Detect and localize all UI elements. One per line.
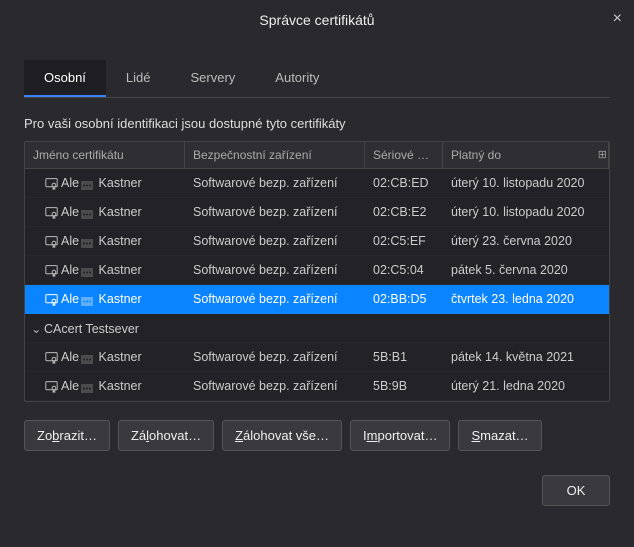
table-header: Jméno certifikátu Bezpečnostní zařízení … xyxy=(25,142,609,169)
certificate-icon xyxy=(45,235,58,248)
import-button[interactable]: Importovat… xyxy=(350,420,450,451)
cell-device: Softwarové bezp. zařízení xyxy=(185,344,365,370)
certificate-icon xyxy=(45,293,58,306)
table-row[interactable]: Ale KastnerSoftwarové bezp. zařízení5B:9… xyxy=(25,372,609,401)
name-part: Kastner xyxy=(95,263,142,277)
name-part: Ale xyxy=(61,205,79,219)
certificate-icon xyxy=(45,380,58,393)
name-part: Kastner xyxy=(95,176,142,190)
cell-device: Softwarové bezp. zařízení xyxy=(185,286,365,312)
cell-serial: 5B:9B xyxy=(365,373,443,399)
col-header-serial[interactable]: Sériové č… xyxy=(365,142,443,168)
ok-button[interactable]: OK xyxy=(542,475,610,506)
cell-valid: úterý 10. listopadu 2020 xyxy=(443,199,609,225)
table-row[interactable]: Ale KastnerSoftwarové bezp. zařízení02:C… xyxy=(25,198,609,227)
cell-device: Softwarové bezp. zařízení xyxy=(185,228,365,254)
content: OsobníLidéServeryAutority Pro vaši osobn… xyxy=(0,60,634,506)
cell-serial: 5B:B1 xyxy=(365,344,443,370)
cell-serial: 02:CB:E2 xyxy=(365,199,443,225)
cell-name: Ale Kastner xyxy=(25,373,185,399)
group-label: CAcert Testsever xyxy=(44,322,139,336)
certificate-icon xyxy=(45,206,58,219)
name-part: Kastner xyxy=(95,350,142,364)
cell-name: ⌄CAcert Testsever xyxy=(25,315,185,342)
table-body: Ale KastnerSoftwarové bezp. zařízení02:C… xyxy=(25,169,609,401)
action-buttons: Zobrazit… Zálohovat… Zálohovat vše… Impo… xyxy=(24,420,610,451)
cell-serial xyxy=(365,322,443,334)
backup-button[interactable]: Zálohovat… xyxy=(118,420,214,451)
cell-valid xyxy=(443,322,609,334)
cell-name: Ale Kastner xyxy=(25,286,185,312)
cell-device: Softwarové bezp. zařízení xyxy=(185,170,365,196)
cell-valid: úterý 21. ledna 2020 xyxy=(443,373,609,399)
name-part: Ale xyxy=(61,176,79,190)
cell-valid: úterý 10. listopadu 2020 xyxy=(443,170,609,196)
cell-serial: 02:BB:D5 xyxy=(365,286,443,312)
name-part: Kastner xyxy=(95,234,142,248)
col-header-valid[interactable]: Platný do xyxy=(443,142,609,168)
column-picker-icon[interactable]: ⊞ xyxy=(598,148,607,161)
description-text: Pro vaši osobní identifikaci jsou dostup… xyxy=(24,116,610,131)
cell-serial: 02:CB:ED xyxy=(365,170,443,196)
name-part: Ale xyxy=(61,292,79,306)
tab-servery[interactable]: Servery xyxy=(171,60,256,97)
name-part: Kastner xyxy=(95,379,142,393)
name-mask-icon xyxy=(81,353,93,362)
cell-name: Ale Kastner xyxy=(25,344,185,370)
cell-device: Softwarové bezp. zařízení xyxy=(185,257,365,283)
tab-lidé[interactable]: Lidé xyxy=(106,60,171,97)
cell-valid: pátek 14. května 2021 xyxy=(443,344,609,370)
cell-device xyxy=(185,322,365,334)
name-mask-icon xyxy=(81,179,93,188)
name-mask-icon xyxy=(81,208,93,217)
delete-button[interactable]: Smazat… xyxy=(458,420,541,451)
table-row[interactable]: Ale KastnerSoftwarové bezp. zařízení02:B… xyxy=(25,285,609,314)
cell-name: Ale Kastner xyxy=(25,170,185,196)
name-part: Ale xyxy=(61,234,79,248)
table-group-row[interactable]: ⌄CAcert Testsever xyxy=(25,314,609,343)
table-row[interactable]: Ale KastnerSoftwarové bezp. zařízení02:C… xyxy=(25,169,609,198)
close-icon[interactable]: × xyxy=(613,10,622,28)
name-mask-icon xyxy=(81,295,93,304)
col-header-device[interactable]: Bezpečnostní zařízení xyxy=(185,142,365,168)
table-row[interactable]: Ale KastnerSoftwarové bezp. zařízení5B:B… xyxy=(25,343,609,372)
cell-valid: pátek 5. června 2020 xyxy=(443,257,609,283)
name-part: Ale xyxy=(61,263,79,277)
certificate-table: Jméno certifikátu Bezpečnostní zařízení … xyxy=(24,141,610,402)
name-mask-icon xyxy=(81,266,93,275)
name-mask-icon xyxy=(81,382,93,391)
cell-valid: úterý 23. června 2020 xyxy=(443,228,609,254)
cell-device: Softwarové bezp. zařízení xyxy=(185,373,365,399)
certificate-icon xyxy=(45,351,58,364)
table-row[interactable]: Ale KastnerSoftwarové bezp. zařízení02:C… xyxy=(25,256,609,285)
backup-all-button[interactable]: Zálohovat vše… xyxy=(222,420,342,451)
cell-name: Ale Kastner xyxy=(25,199,185,225)
certificate-icon xyxy=(45,177,58,190)
footer: OK xyxy=(24,475,610,506)
view-button[interactable]: Zobrazit… xyxy=(24,420,110,451)
tab-autority[interactable]: Autority xyxy=(255,60,339,97)
name-part: Ale xyxy=(61,379,79,393)
titlebar: Správce certifikátů × xyxy=(0,0,634,40)
table-row[interactable]: Ale KastnerSoftwarové bezp. zařízení02:C… xyxy=(25,227,609,256)
certificate-icon xyxy=(45,264,58,277)
cell-name: Ale Kastner xyxy=(25,257,185,283)
col-header-name[interactable]: Jméno certifikátu xyxy=(25,142,185,168)
chevron-down-icon[interactable]: ⌄ xyxy=(31,321,41,336)
cell-device: Softwarové bezp. zařízení xyxy=(185,199,365,225)
window-title: Správce certifikátů xyxy=(259,12,374,28)
name-part: Kastner xyxy=(95,205,142,219)
name-part: Kastner xyxy=(95,292,142,306)
name-mask-icon xyxy=(81,237,93,246)
cell-valid: čtvrtek 23. ledna 2020 xyxy=(443,286,609,312)
cell-name: Ale Kastner xyxy=(25,228,185,254)
cell-serial: 02:C5:04 xyxy=(365,257,443,283)
cell-serial: 02:C5:EF xyxy=(365,228,443,254)
tab-bar: OsobníLidéServeryAutority xyxy=(24,60,610,98)
tab-osobní[interactable]: Osobní xyxy=(24,60,106,97)
name-part: Ale xyxy=(61,350,79,364)
